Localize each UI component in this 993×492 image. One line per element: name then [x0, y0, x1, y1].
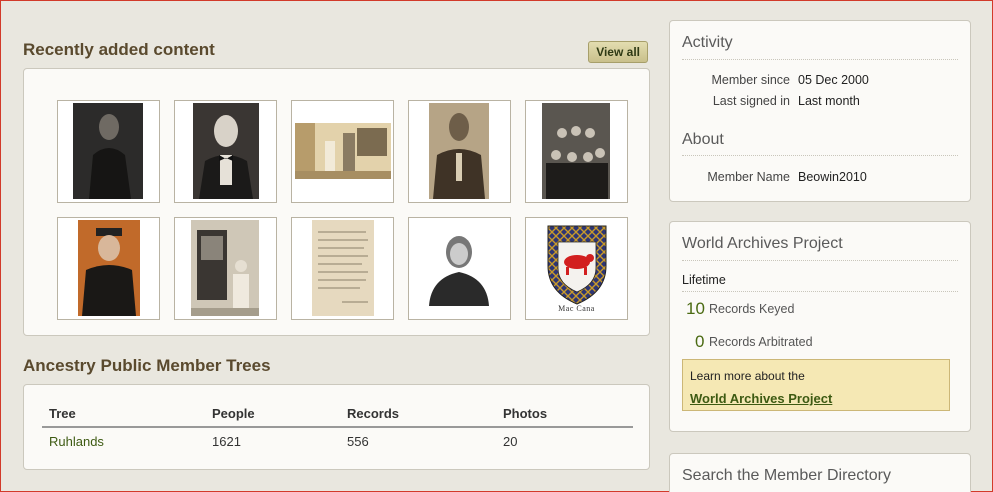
table-row: Ruhlands 1621 556 20	[42, 427, 633, 455]
activity-title: Activity	[682, 34, 733, 51]
lifetime-label: Lifetime	[682, 273, 726, 287]
portrait-man-cap-image	[78, 220, 140, 316]
member-name-value: Beowin2010	[798, 170, 867, 184]
divider	[682, 155, 958, 156]
col-tree: Tree	[42, 403, 205, 428]
member-since-label: Member since	[711, 73, 791, 87]
view-all-button[interactable]: View all	[588, 41, 648, 63]
man-at-door-image	[191, 220, 259, 316]
photo-thumbnail[interactable]	[408, 217, 511, 320]
photo-thumbnail[interactable]	[291, 100, 394, 203]
recent-content-title: Recently added content	[23, 40, 215, 59]
portrait-woman-seated-image	[73, 103, 143, 199]
portrait-man-tie-image	[429, 103, 489, 199]
records-arbitrated-label: Records Arbitrated	[709, 335, 813, 349]
photo-thumbnail[interactable]	[57, 217, 160, 320]
learn-more-box: Learn more about the World Archives Proj…	[682, 359, 950, 411]
family-group-image	[542, 103, 610, 199]
coat-of-arms-image	[547, 225, 607, 305]
member-name-label: Member Name	[707, 170, 790, 184]
member-trees-table: Tree People Records Photos Ruhlands 1621…	[42, 403, 633, 455]
col-photos: Photos	[496, 403, 633, 428]
records-keyed-count: 10	[686, 299, 705, 318]
learn-more-text: Learn more about the	[690, 369, 805, 383]
member-trees-panel: Tree People Records Photos Ruhlands 1621…	[23, 384, 650, 470]
col-records: Records	[340, 403, 496, 428]
records-arbitrated-count: 0	[695, 332, 705, 351]
photo-thumbnail[interactable]: Mac Cana	[525, 217, 628, 320]
member-since-value: 05 Dec 2000	[798, 73, 869, 87]
tree-records: 556	[347, 434, 369, 449]
divider	[682, 59, 958, 60]
wap-title: World Archives Project	[682, 235, 843, 252]
search-directory-title[interactable]: Search the Member Directory	[682, 467, 891, 485]
divider	[682, 260, 958, 261]
portrait-elderly-woman-image	[421, 226, 497, 312]
col-people: People	[205, 403, 340, 428]
photo-thumbnail[interactable]	[57, 100, 160, 203]
house-porch-people-image	[295, 123, 391, 179]
recent-content-panel: Mac Cana	[23, 68, 650, 336]
world-archives-card: World Archives Project Lifetime 10 Recor…	[669, 221, 971, 432]
about-title: About	[682, 131, 724, 148]
table-header-row: Tree People Records Photos	[42, 403, 633, 428]
tree-photos: 20	[503, 434, 518, 449]
last-signed-label: Last signed in	[712, 94, 790, 108]
tree-people: 1621	[212, 434, 241, 449]
photo-thumbnail[interactable]	[174, 217, 277, 320]
world-archives-link[interactable]: World Archives Project	[690, 391, 832, 406]
tree-name-link[interactable]: Ruhlands	[42, 427, 205, 455]
coat-of-arms-caption: Mac Cana	[558, 304, 595, 313]
member-trees-title: Ancestry Public Member Trees	[23, 356, 271, 375]
portrait-man-bowtie-image	[193, 103, 259, 199]
handwritten-letter-image	[312, 220, 374, 316]
records-keyed-label: Records Keyed	[709, 302, 795, 316]
photo-thumbnail[interactable]	[291, 217, 394, 320]
last-signed-value: Last month	[798, 94, 860, 108]
photo-thumbnail[interactable]	[408, 100, 511, 203]
search-directory-card: Search the Member Directory	[669, 453, 971, 492]
profile-card: Activity Member since 05 Dec 2000 Last s…	[669, 20, 971, 202]
photo-thumbnail[interactable]	[525, 100, 628, 203]
photo-thumbnail[interactable]	[174, 100, 277, 203]
divider	[682, 291, 958, 292]
